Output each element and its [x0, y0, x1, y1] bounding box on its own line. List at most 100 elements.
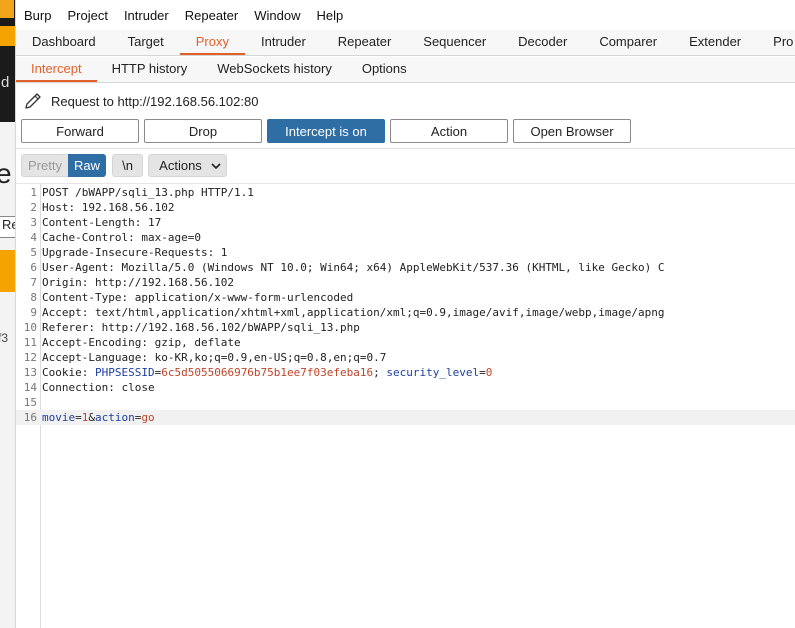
tab-http-history[interactable]: HTTP history: [97, 57, 203, 82]
tab-websockets-history[interactable]: WebSockets history: [202, 57, 347, 82]
code-line: 13 Cookie: PHPSESSID = 6c5d5055066976b75b1e…: [16, 365, 795, 380]
pretty-button[interactable]: Pretty: [21, 154, 68, 177]
menu-repeater[interactable]: Repeater: [185, 8, 238, 23]
line-text: Content-Type: application/x-www-form-url…: [42, 291, 354, 304]
line-text: Host: 192.168.56.102: [42, 201, 175, 214]
tab-sequencer[interactable]: Sequencer: [407, 30, 502, 55]
equals-sign: =: [75, 411, 82, 424]
code-line: 12 Accept-Language: ko-KR,ko;q=0.9,en-US;…: [16, 350, 795, 365]
line-number: 4: [30, 231, 37, 244]
line-number: 15: [23, 396, 37, 409]
drop-button[interactable]: Drop: [144, 119, 262, 143]
cookie-separator: ;: [373, 366, 387, 379]
cookie-line-text: Cookie: PHPSESSID = 6c5d5055066976b75b1ee7…: [42, 365, 492, 380]
cookie-name: security_level: [386, 366, 480, 379]
line-text: Accept: text/html,application/xhtml+xml,…: [42, 306, 665, 319]
action-button[interactable]: Action: [390, 119, 508, 143]
line-text: Accept-Encoding: gzip, deflate: [42, 336, 241, 349]
pencil-icon[interactable]: [22, 90, 44, 112]
line-number: 7: [30, 276, 37, 289]
background-orange-block: [0, 26, 15, 46]
background-orange-block: [0, 0, 14, 18]
cookie-name: PHPSESSID: [94, 366, 155, 379]
menu-intruder[interactable]: Intruder: [124, 8, 169, 23]
chevron-down-icon: [211, 162, 221, 169]
line-text: POST /bWAPP/sqli_13.php HTTP/1.1: [42, 186, 254, 199]
param-name: action: [95, 411, 135, 424]
line-text: Upgrade-Insecure-Requests: 1: [42, 246, 228, 259]
code-line: 9 Accept: text/html,application/xhtml+xml…: [16, 305, 795, 320]
raw-button[interactable]: Raw: [68, 154, 106, 177]
background-window: d e Re f3: [0, 0, 16, 628]
menu-burp[interactable]: Burp: [24, 8, 51, 23]
param-name: movie: [42, 411, 76, 424]
tab-project-options[interactable]: Pro: [757, 30, 795, 55]
line-text: Cache-Control: max-age=0: [42, 231, 201, 244]
line-number: 16: [23, 411, 37, 424]
open-browser-button[interactable]: Open Browser: [513, 119, 631, 143]
divider: [16, 148, 795, 149]
forward-button[interactable]: Forward: [21, 119, 139, 143]
code-line: 7 Origin: http://192.168.56.102: [16, 275, 795, 290]
intercept-toggle-button[interactable]: Intercept is on: [267, 119, 385, 143]
body-line-text: movie=1&action=go: [42, 410, 155, 425]
code-line: 4 Cache-Control: max-age=0: [16, 230, 795, 245]
tab-dashboard[interactable]: Dashboard: [16, 30, 112, 55]
tab-options[interactable]: Options: [347, 57, 422, 82]
request-editor[interactable]: 1 POST /bWAPP/sqli_13.php HTTP/1.1 2 Host:…: [16, 183, 795, 628]
request-target-line: Request to http://192.168.56.102:80: [22, 88, 258, 114]
tab-intruder[interactable]: Intruder: [245, 30, 322, 55]
code-line: 11 Accept-Encoding: gzip, deflate: [16, 335, 795, 350]
line-text: Content-Length: 17: [42, 216, 162, 229]
line-number: 2: [30, 201, 37, 214]
line-text: User-Agent: Mozilla/5.0 (Windows NT 10.0…: [42, 261, 665, 274]
background-text: f3: [0, 331, 9, 345]
line-number: 14: [23, 381, 37, 394]
code-line: 10 Referer: http://192.168.56.102/bWAPP/s…: [16, 320, 795, 335]
line-number: 10: [23, 321, 37, 334]
menu-help[interactable]: Help: [316, 8, 343, 23]
equals-sign: =: [479, 366, 486, 379]
tab-proxy[interactable]: Proxy: [179, 30, 245, 55]
background-orange-block: [0, 250, 15, 292]
menu-project[interactable]: Project: [67, 8, 107, 23]
background-dark-panel: [0, 0, 15, 122]
code-line: 6 User-Agent: Mozilla/5.0 (Windows NT 10.…: [16, 260, 795, 275]
code-line: 5 Upgrade-Insecure-Requests: 1: [16, 245, 795, 260]
tab-extender[interactable]: Extender: [673, 30, 757, 55]
cookie-value: 0: [485, 366, 493, 379]
proxy-sub-tab-bar: Intercept HTTP history WebSockets histor…: [16, 57, 795, 83]
line-number: 11: [23, 336, 37, 349]
main-tab-bar: Dashboard Target Proxy Intruder Repeater…: [16, 30, 795, 56]
tab-comparer[interactable]: Comparer: [583, 30, 673, 55]
code-line-current: 16 movie=1&action=go: [16, 410, 795, 425]
line-number: 13: [23, 366, 37, 379]
menu-window[interactable]: Window: [254, 8, 300, 23]
line-text: Referer: http://192.168.56.102/bWAPP/sql…: [42, 321, 360, 334]
tab-decoder[interactable]: Decoder: [502, 30, 583, 55]
tab-repeater[interactable]: Repeater: [322, 30, 407, 55]
code-line: 2 Host: 192.168.56.102: [16, 200, 795, 215]
code-line: 15: [16, 395, 795, 410]
line-number: 5: [30, 246, 37, 259]
tab-target[interactable]: Target: [112, 30, 180, 55]
cookie-prefix: Cookie:: [42, 366, 95, 379]
code-line: 3 Content-Length: 17: [16, 215, 795, 230]
line-number: 6: [30, 261, 37, 274]
request-target-label: Request to http://192.168.56.102:80: [51, 93, 259, 109]
background-text: d: [1, 74, 10, 91]
editor-actions-dropdown[interactable]: Actions: [148, 154, 227, 177]
tab-intercept[interactable]: Intercept: [16, 57, 97, 82]
line-text: Connection: close: [42, 381, 155, 394]
line-number: 3: [30, 216, 37, 229]
show-newlines-button[interactable]: \n: [112, 154, 143, 177]
line-number: 12: [23, 351, 37, 364]
ampersand: &: [88, 411, 95, 424]
background-input: Re: [0, 216, 15, 238]
param-value: go: [141, 411, 155, 424]
code-line: 8 Content-Type: application/x-www-form-ur…: [16, 290, 795, 305]
line-number: 8: [30, 291, 37, 304]
code-line: 1 POST /bWAPP/sqli_13.php HTTP/1.1: [16, 185, 795, 200]
menu-bar: Burp Project Intruder Repeater Window He…: [16, 0, 795, 30]
background-text: Re: [2, 217, 15, 232]
